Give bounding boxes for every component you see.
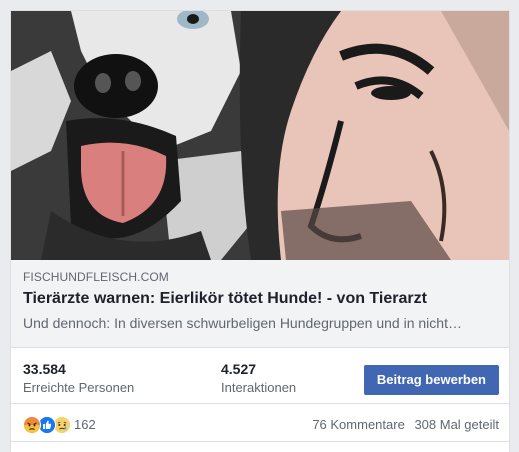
engagement-summary: 76 Kommentare 308 Mal geteilt xyxy=(312,416,499,434)
boost-post-button[interactable]: Beitrag bewerben xyxy=(363,365,499,395)
post-insights: 33.584 Erreichte Personen 4.527 Interakt… xyxy=(11,348,509,404)
comments-count-link[interactable]: 76 Kommentare xyxy=(312,417,405,432)
link-preview[interactable]: FISCHUNDFLEISCH.COM Tierärzte warnen: Ei… xyxy=(11,260,509,348)
link-title[interactable]: Tierärzte warnen: Eierlikör tötet Hunde!… xyxy=(23,288,497,310)
reach-label: Erreichte Personen xyxy=(23,380,135,395)
engagement-label: Interaktionen xyxy=(221,380,297,395)
angry-icon xyxy=(23,416,41,434)
reaction-count[interactable]: 162 xyxy=(74,416,96,434)
engagement-stat[interactable]: 4.527 Interaktionen xyxy=(221,360,296,397)
shares-count-link[interactable]: 308 Mal geteilt xyxy=(414,417,499,432)
reaction-summary[interactable]: 162 xyxy=(23,416,96,434)
link-description: Und dennoch: In diversen schwurbeligen H… xyxy=(23,315,462,331)
link-preview-image[interactable] xyxy=(11,11,509,260)
reach-stat[interactable]: 33.584 Erreichte Personen xyxy=(23,360,134,397)
reactions-bar: 162 76 Kommentare 308 Mal geteilt xyxy=(11,404,509,442)
post-card: FISCHUNDFLEISCH.COM Tierärzte warnen: Ei… xyxy=(10,10,510,452)
link-domain: FISCHUNDFLEISCH.COM xyxy=(23,270,169,284)
engagement-value: 4.527 xyxy=(221,361,257,377)
reach-value: 33.584 xyxy=(23,361,66,377)
